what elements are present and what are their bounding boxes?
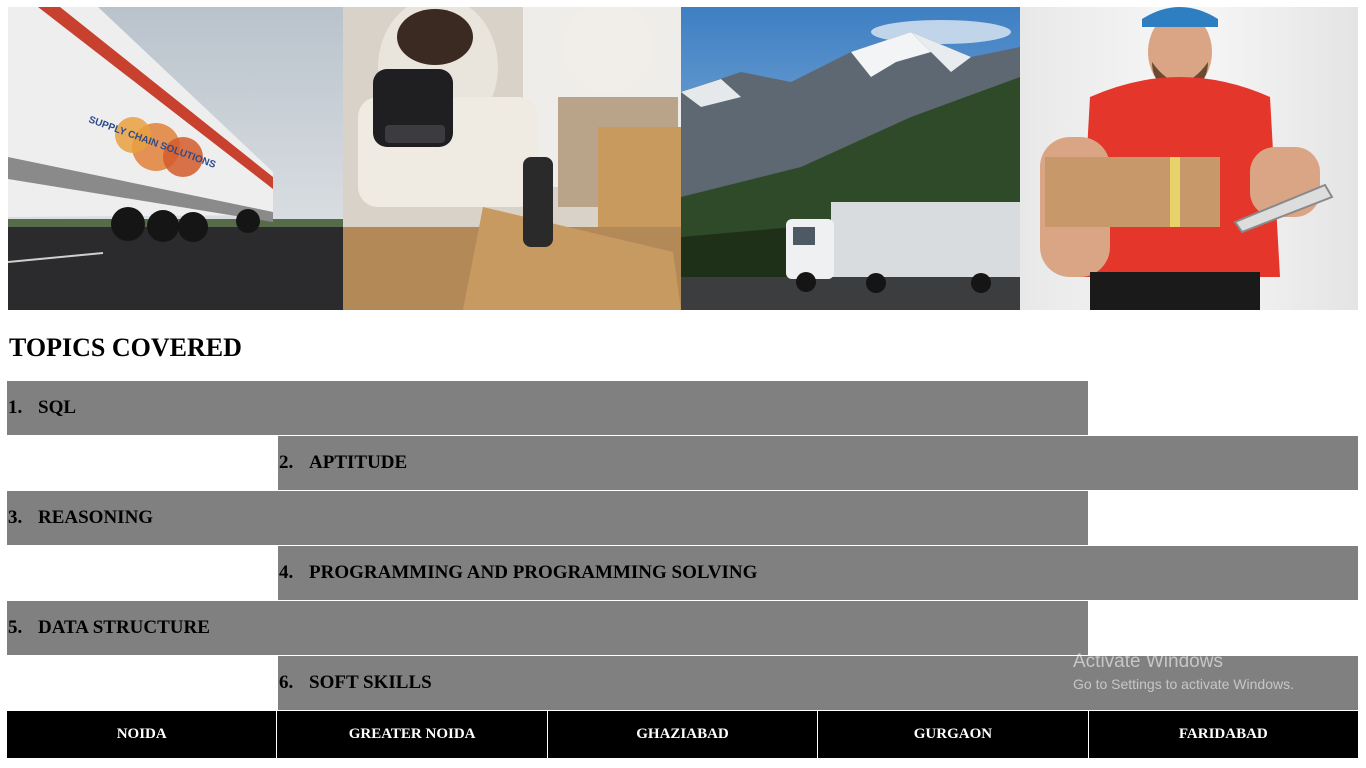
topic-item-programming: 4. PROGRAMMING AND PROGRAMMING SOLVING <box>278 546 1358 600</box>
topic-item-aptitude: 2. APTITUDE <box>278 436 1358 490</box>
city-link-noida[interactable]: NOIDA <box>7 711 278 758</box>
city-link-greater-noida[interactable]: GREATER NOIDA <box>277 711 548 758</box>
topic-item-data-structure: 5. DATA STRUCTURE <box>7 601 1088 655</box>
barcode-scanner-photo <box>343 7 681 310</box>
watermark-subtitle: Go to Settings to activate Windows. <box>1073 676 1294 692</box>
topic-number: 3. <box>8 507 23 528</box>
truck-highway-photo: SUPPLY CHAIN SOLUTIONS <box>8 7 343 310</box>
delivery-man-photo <box>1020 7 1358 310</box>
topic-item-reasoning: 3. REASONING <box>7 491 1088 545</box>
topic-label: PROGRAMMING AND PROGRAMMING SOLVING <box>309 562 758 583</box>
topic-label: SOFT SKILLS <box>309 672 432 693</box>
topic-label: DATA STRUCTURE <box>38 617 210 638</box>
activate-windows-watermark: Activate Windows Go to Settings to activ… <box>1073 651 1294 695</box>
topic-label: APTITUDE <box>309 452 408 473</box>
topic-label: REASONING <box>38 507 154 528</box>
topic-number: 4. <box>279 562 294 583</box>
banner-strip: SUPPLY CHAIN SOLUTIONS <box>8 7 1358 310</box>
page-title: TOPICS COVERED <box>9 333 242 362</box>
city-nav-bar: NOIDA GREATER NOIDA GHAZIABAD GURGAON FA… <box>7 711 1359 758</box>
topic-item-sql: 1. SQL <box>7 381 1088 435</box>
mountain-truck-photo <box>681 7 1020 310</box>
topic-number: 5. <box>8 617 23 638</box>
city-link-gurgaon[interactable]: GURGAON <box>818 711 1089 758</box>
topic-number: 2. <box>279 452 294 473</box>
topic-number: 6. <box>279 672 294 693</box>
watermark-title: Activate Windows <box>1073 651 1223 672</box>
topic-label: SQL <box>38 397 77 418</box>
topic-number: 1. <box>8 397 23 418</box>
city-link-ghaziabad[interactable]: GHAZIABAD <box>547 711 819 758</box>
city-link-faridabad[interactable]: FARIDABAD <box>1088 711 1359 758</box>
